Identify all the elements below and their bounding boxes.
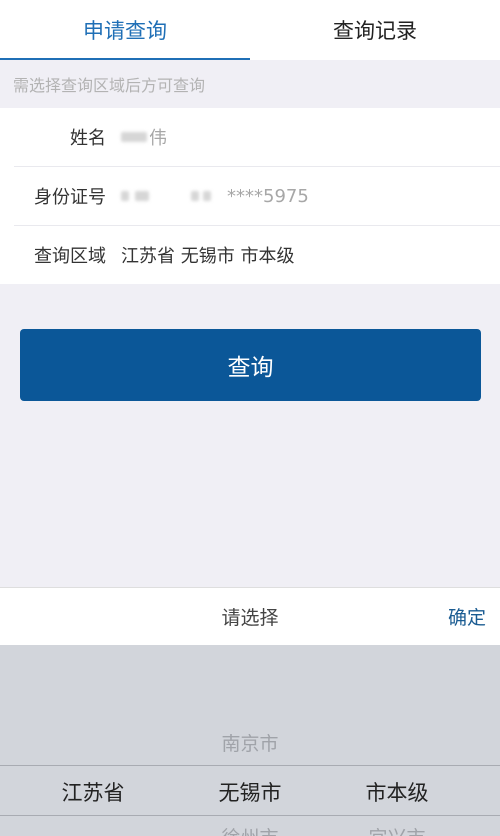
id-number-label: 身份证号: [34, 187, 106, 208]
confirm-button[interactable]: 确定: [448, 588, 486, 645]
name-field[interactable]: 伟: [121, 124, 167, 150]
city-wheel[interactable]: 南京市 无锡市 徐州市: [167, 645, 333, 836]
city-option[interactable]: 徐州市: [167, 823, 333, 836]
id-number-row: 身份证号 ****5975: [0, 167, 500, 225]
masked-text: [203, 191, 211, 201]
id-number-field[interactable]: ****5975: [121, 186, 309, 207]
province-option-selected[interactable]: 江苏省: [10, 777, 176, 807]
tab-apply-query[interactable]: 申请查询: [0, 0, 250, 60]
name-label: 姓名: [70, 128, 106, 149]
province-wheel[interactable]: 江苏省: [10, 645, 176, 836]
region-row[interactable]: 查询区域 江苏省 无锡市 市本级: [0, 226, 500, 284]
region-value[interactable]: 江苏省 无锡市 市本级: [121, 242, 294, 268]
id-number-value: ****5975: [227, 185, 309, 207]
query-button[interactable]: 查询: [20, 329, 481, 401]
masked-text: [121, 191, 129, 201]
district-wheel[interactable]: 市本级 宜兴市: [314, 645, 480, 836]
region-label: 查询区域: [34, 246, 106, 267]
region-hint-text: 需选择查询区域后方可查询: [13, 76, 206, 95]
name-value: 伟: [149, 128, 167, 149]
city-option[interactable]: 南京市: [167, 729, 333, 756]
picker-title: 请选择: [221, 607, 279, 629]
tab-query-records[interactable]: 查询记录: [250, 0, 500, 60]
district-option[interactable]: 宜兴市: [314, 823, 480, 836]
tab-query-records-label: 查询记录: [333, 19, 417, 43]
tab-bar: 申请查询 查询记录: [0, 0, 500, 60]
city-option-selected[interactable]: 无锡市: [167, 777, 333, 807]
district-option-selected[interactable]: 市本级: [314, 777, 480, 807]
tab-apply-query-label: 申请查询: [83, 19, 167, 43]
masked-text: [121, 132, 147, 142]
region-picker: 江苏省 南京市 无锡市 徐州市 市本级 宜兴市: [0, 645, 500, 836]
query-form: 姓名 伟 身份证号 ****5975 查询区域 江苏省 无锡市 市本级: [0, 108, 500, 284]
masked-text: [191, 191, 199, 201]
picker-toolbar: 请选择 确定: [0, 587, 500, 645]
name-row: 姓名 伟: [0, 108, 500, 166]
masked-text: [135, 191, 149, 201]
